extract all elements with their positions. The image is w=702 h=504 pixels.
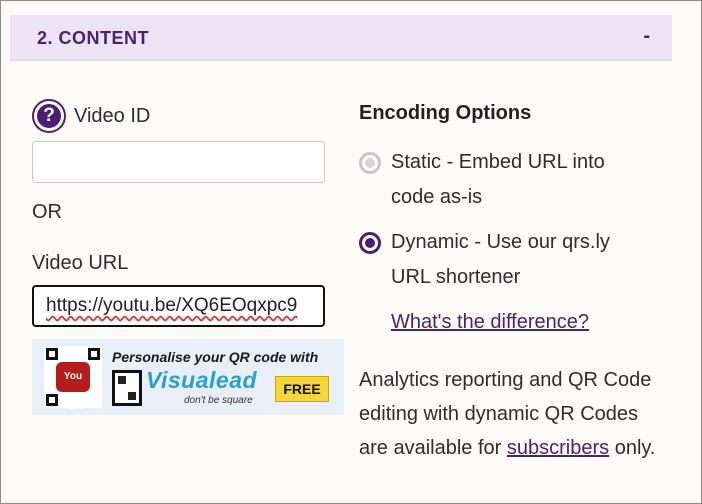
free-badge: FREE xyxy=(275,376,329,402)
static-option-line2: code as-is xyxy=(391,186,483,208)
video-url-input[interactable]: https://youtu.be/XQ6EOqxpc9 xyxy=(32,285,325,327)
info-text-after: only. xyxy=(609,437,656,459)
video-id-input[interactable] xyxy=(32,141,325,183)
promo-tagline: Personalise your QR code with xyxy=(112,349,319,365)
section-title: 2. CONTENT xyxy=(37,28,150,48)
logo-dot xyxy=(128,392,136,400)
qr-finder-pattern xyxy=(46,348,58,360)
youtube-logo-icon: You Tube xyxy=(56,362,90,412)
static-option-line1: Static - Embed URL into xyxy=(391,151,605,173)
static-radio[interactable] xyxy=(359,152,381,174)
static-option-label[interactable]: Static - Embed URL into code as-is xyxy=(391,145,605,215)
visualead-logo-icon xyxy=(112,370,142,406)
or-label: OR xyxy=(32,201,62,223)
encoding-options-heading: Encoding Options xyxy=(359,102,532,124)
video-id-label: Video ID xyxy=(74,105,151,127)
qr-finder-pattern xyxy=(88,348,100,360)
visualead-promo-banner[interactable]: You Tube Personalise your QR code with V… xyxy=(32,339,344,415)
qr-finder-pattern xyxy=(46,394,58,406)
collapse-toggle[interactable]: - xyxy=(643,25,650,48)
dynamic-radio[interactable] xyxy=(359,232,381,254)
video-url-label: Video URL xyxy=(32,252,129,274)
help-icon[interactable]: ? xyxy=(32,99,66,133)
help-icon-glyph: ? xyxy=(37,104,61,128)
promo-slogan: don't be square xyxy=(184,395,253,406)
qr-code-thumbnail: You Tube xyxy=(44,346,102,412)
promo-brand: Visualead xyxy=(146,367,258,393)
whats-the-difference-link[interactable]: What's the difference? xyxy=(391,305,589,340)
dynamic-option-line2: URL shortener xyxy=(391,266,521,288)
content-section-header[interactable]: 2. CONTENT - xyxy=(10,15,672,61)
dynamic-option-label[interactable]: Dynamic - Use our qrs.ly URL shortener xyxy=(391,225,610,295)
subscriber-info-text: Analytics reporting and QR Code editing … xyxy=(359,363,659,465)
subscribers-link[interactable]: subscribers xyxy=(507,437,609,459)
logo-dot xyxy=(118,376,126,384)
video-url-value: https://youtu.be/XQ6EOqxpc9 xyxy=(46,295,298,316)
dynamic-option-line1: Dynamic - Use our qrs.ly xyxy=(391,231,610,253)
